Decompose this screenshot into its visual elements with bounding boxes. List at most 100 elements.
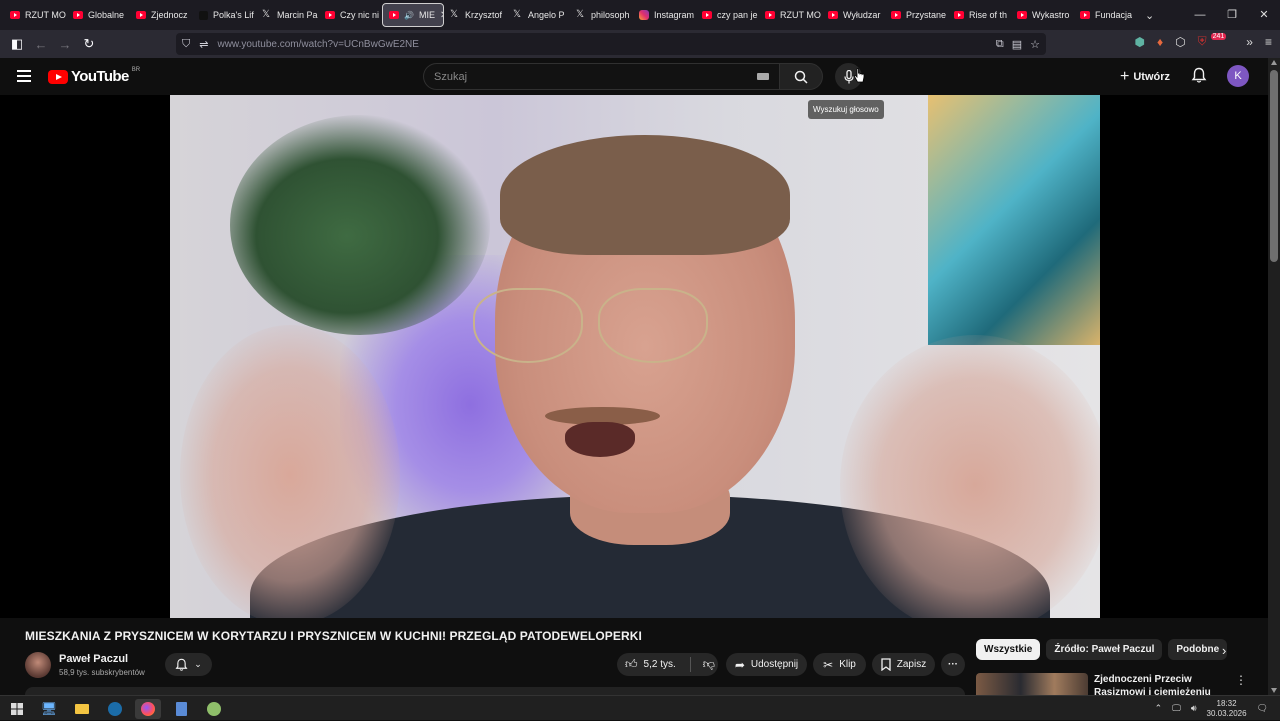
- browser-tab[interactable]: Instagram: [633, 3, 696, 27]
- clip-button[interactable]: ✂ Klip: [813, 653, 866, 676]
- browser-tab[interactable]: RZUT MO: [759, 3, 822, 27]
- browser-tab[interactable]: Wykastro: [1011, 3, 1074, 27]
- shield-icon[interactable]: ⛉: [182, 38, 190, 51]
- browser-tab[interactable]: Wyłudzar: [822, 3, 885, 27]
- picture-in-picture-icon[interactable]: ⧉: [996, 38, 1004, 51]
- overflow-chevron-icon[interactable]: »: [1246, 35, 1253, 49]
- browser-tab[interactable]: 𝕏 Marcin Pa: [256, 3, 319, 27]
- url-text[interactable]: www.youtube.com/watch?v=UCnBwGwE2NE: [217, 39, 418, 50]
- browser-tab[interactable]: Polka's Lif: [193, 3, 256, 27]
- youtube-icon: [325, 11, 335, 19]
- browser-tab[interactable]: Przystane: [885, 3, 948, 27]
- video-person-right-hand: [840, 335, 1100, 618]
- taskbar-app-calculator[interactable]: [168, 699, 194, 719]
- video-title: MIESZKANIA Z PRYSZNICEM W KORYTARZU I PR…: [25, 629, 642, 643]
- reload-icon[interactable]: ↻: [77, 36, 101, 52]
- keyboard-icon[interactable]: [757, 73, 769, 80]
- back-arrow-icon[interactable]: ←: [29, 37, 53, 52]
- browser-tab[interactable]: Fundacja: [1074, 3, 1137, 27]
- hamburger-menu-icon[interactable]: [17, 70, 31, 82]
- taskbar-app-explorer[interactable]: [69, 699, 95, 719]
- browser-tab[interactable]: Czy nic ni: [319, 3, 382, 27]
- more-horizontal-icon: ···: [948, 659, 958, 670]
- network-icon[interactable]: 🖵︎: [1172, 703, 1181, 714]
- scroll-down-arrow-icon[interactable]: [1271, 688, 1277, 693]
- close-window-icon[interactable]: ✕: [1248, 0, 1280, 30]
- restore-icon[interactable]: ❐: [1216, 0, 1248, 30]
- share-button[interactable]: ➦ Udostępnij: [726, 653, 807, 676]
- search-button[interactable]: [779, 63, 823, 90]
- youtube-icon: [10, 11, 20, 19]
- fox-extension-icon[interactable]: ♦: [1157, 35, 1163, 49]
- tray-chevron-up-icon[interactable]: ⌃: [1155, 703, 1163, 714]
- taskbar-app-control-panel[interactable]: 🖥︎: [36, 699, 62, 719]
- search-bar: [423, 63, 823, 90]
- video-plant: [230, 115, 490, 335]
- chip-all[interactable]: Wszystkie: [976, 639, 1041, 660]
- subscription-bell-button[interactable]: ⌄: [165, 653, 212, 676]
- browser-tab[interactable]: 𝕏philosoph: [570, 3, 633, 27]
- reader-view-icon[interactable]: ▤: [1012, 38, 1022, 51]
- speaker-icon[interactable]: 🔊: [404, 11, 414, 20]
- scroll-up-arrow-icon[interactable]: [1271, 60, 1277, 65]
- extensions-puzzle-icon[interactable]: ⬡: [1175, 35, 1185, 49]
- video-details: MIESZKANIA Z PRYSZNICEM W KORYTARZU I PR…: [0, 618, 1268, 698]
- browser-tab[interactable]: 𝕏 Krzysztof: [444, 3, 507, 27]
- search-input[interactable]: [434, 70, 757, 83]
- taskbar-clock[interactable]: 18:32 30.03.2026: [1207, 699, 1247, 719]
- minimize-icon[interactable]: —: [1184, 0, 1216, 30]
- video-frame[interactable]: [170, 95, 1100, 618]
- browser-tab[interactable]: Globalne: [67, 3, 130, 27]
- recommended-thumbnail[interactable]: [976, 673, 1088, 695]
- taskbar-app-firefox[interactable]: [135, 699, 161, 719]
- bookmark-star-icon[interactable]: ☆: [1030, 38, 1040, 51]
- chip-source-channel[interactable]: Źródło: Paweł Paczul: [1046, 639, 1163, 660]
- volume-icon[interactable]: 🔊︎: [1191, 703, 1197, 714]
- more-actions-button[interactable]: ···: [941, 653, 965, 676]
- video-player[interactable]: [0, 95, 1268, 618]
- youtube-logo[interactable]: YouTube BR: [48, 67, 140, 85]
- start-button[interactable]: [4, 699, 30, 719]
- video-person-hair: [500, 135, 790, 255]
- taskbar-app-steam[interactable]: [102, 699, 128, 719]
- youtube-icon: [954, 11, 964, 19]
- description-box[interactable]: [25, 687, 965, 695]
- chip-related[interactable]: Podobne: [1168, 639, 1228, 660]
- notifications-button[interactable]: [1191, 67, 1207, 84]
- save-button[interactable]: Zapisz: [872, 653, 935, 676]
- browser-tab[interactable]: czy pan je: [696, 3, 759, 27]
- voice-search-tooltip: Wyszukuj głosowo: [808, 100, 884, 119]
- more-vertical-icon[interactable]: ⋮: [1235, 673, 1247, 687]
- scrollbar-thumb[interactable]: [1270, 70, 1278, 262]
- tab-list-chevron-icon[interactable]: ⌄: [1145, 9, 1154, 22]
- window-controls: — ❐ ✕: [1184, 0, 1280, 30]
- taskbar-app-network[interactable]: [201, 699, 227, 719]
- channel-name[interactable]: Paweł Paczul: [59, 653, 128, 665]
- browser-tab[interactable]: Zjednocz: [130, 3, 193, 27]
- plus-icon: +: [1120, 68, 1130, 85]
- steam-icon: [108, 702, 122, 716]
- share-arrow-icon: ➦: [734, 657, 745, 672]
- browser-tab[interactable]: 𝕏 Angelo P: [507, 3, 570, 27]
- site-permissions-icon[interactable]: ⇌: [199, 38, 208, 51]
- browser-tab[interactable]: RZUT MO: [4, 3, 67, 27]
- sidebar-toggle-icon[interactable]: ◧: [5, 36, 29, 52]
- vpn-shield-icon[interactable]: ⬢: [1135, 35, 1145, 49]
- scissors-icon: ✂: [823, 657, 834, 672]
- account-avatar[interactable]: K: [1227, 65, 1249, 87]
- channel-avatar[interactable]: [25, 652, 51, 678]
- menu-icon[interactable]: ≡: [1265, 35, 1272, 49]
- chevron-right-icon[interactable]: ›: [1222, 643, 1226, 658]
- create-button[interactable]: + Utwórz: [1120, 68, 1170, 86]
- browser-tab-active[interactable]: 🔊MIE✕: [382, 3, 444, 27]
- forward-arrow-icon[interactable]: →: [53, 37, 77, 52]
- browser-tab-strip: RZUT MO Globalne Zjednocz Polka's Lif 𝕏M…: [0, 0, 1280, 30]
- page-scrollbar[interactable]: [1268, 58, 1280, 695]
- notification-center-icon[interactable]: 🗨︎: [1257, 703, 1268, 714]
- url-bar[interactable]: ⛉ ⇌ www.youtube.com/watch?v=UCnBwGwE2NE …: [176, 33, 1046, 55]
- like-button[interactable]: 👍︎ 5,2 tys.: [625, 657, 676, 672]
- dislike-button[interactable]: 👎︎: [703, 657, 715, 672]
- extension-badge: 241: [1210, 33, 1227, 40]
- browser-tab[interactable]: Rise of th: [948, 3, 1011, 27]
- ublock-icon[interactable]: ⛨: [1198, 34, 1207, 49]
